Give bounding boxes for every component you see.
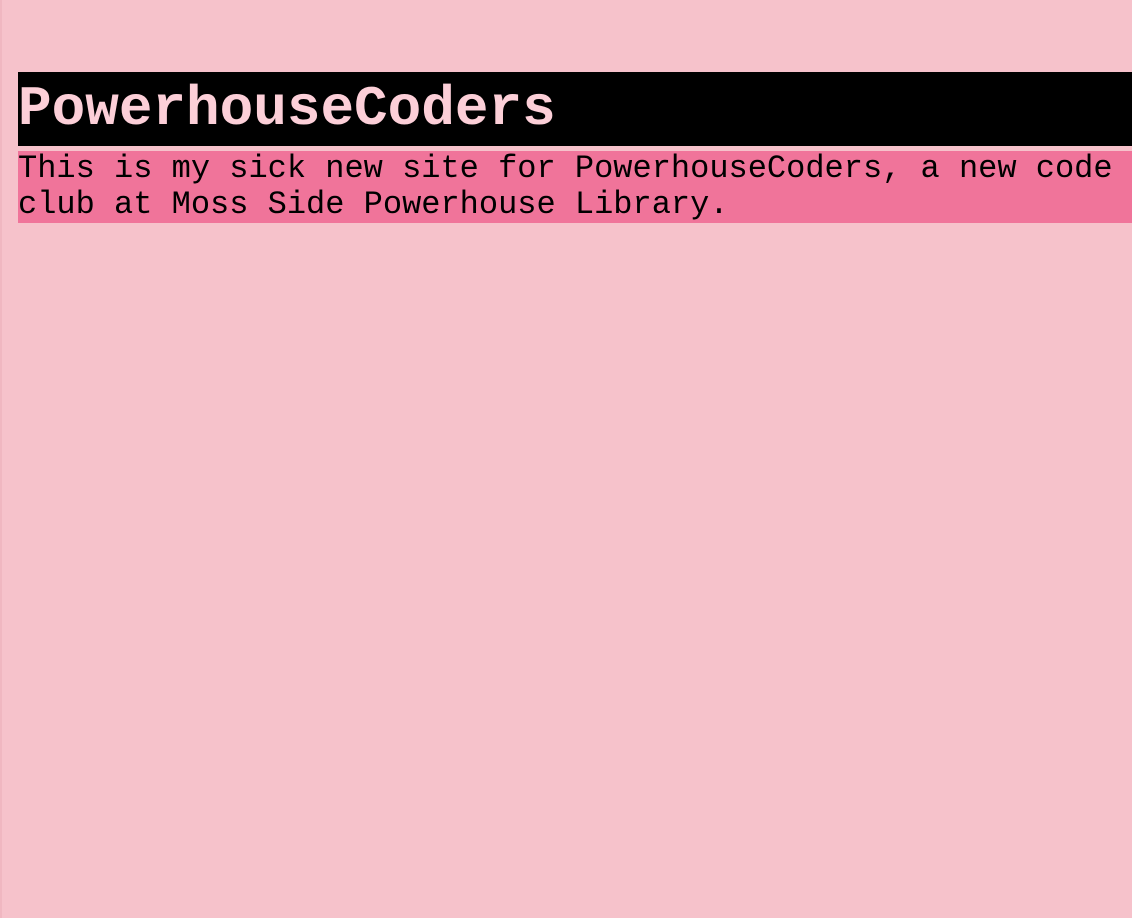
page-title: PowerhouseCoders <box>18 71 1132 146</box>
page-body: { "header": { "title": "PowerhouseCoders… <box>0 0 1132 918</box>
intro-paragraph: This is my sick new site for PowerhouseC… <box>18 151 1132 223</box>
